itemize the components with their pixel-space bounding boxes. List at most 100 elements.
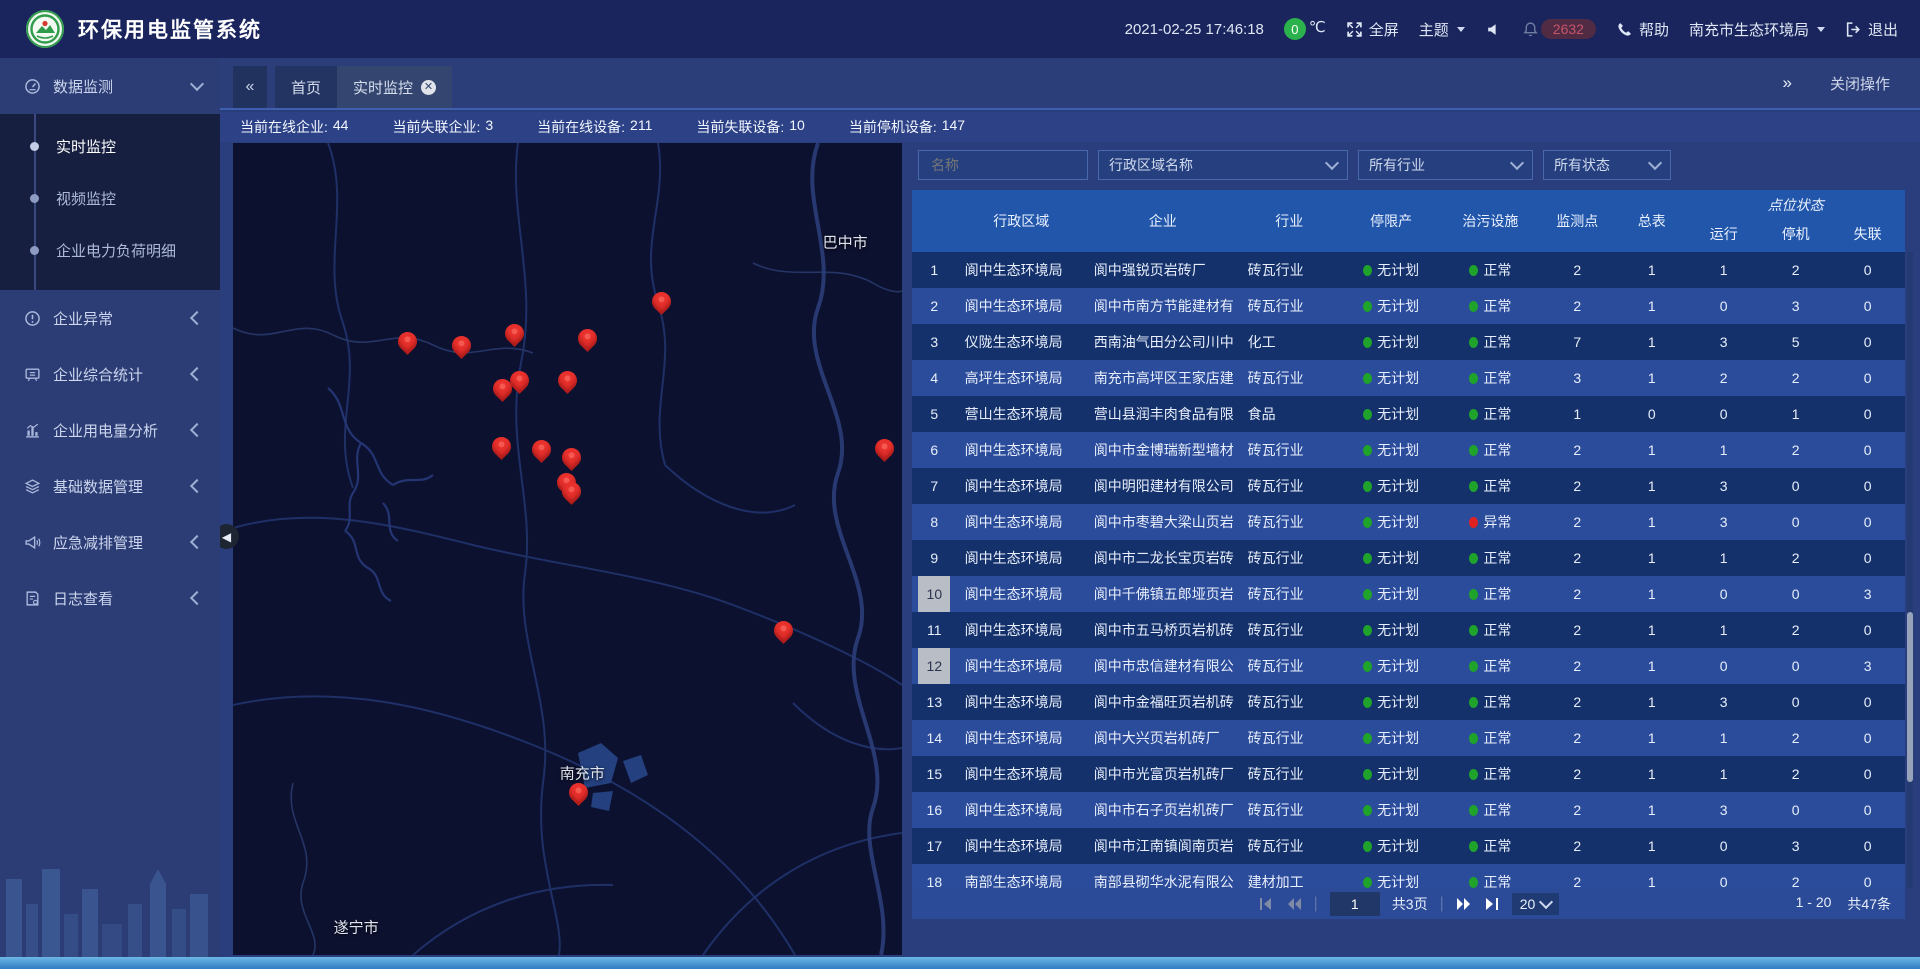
logout-button[interactable]: 退出 [1845, 19, 1898, 40]
cell-industry: 食品 [1240, 404, 1339, 424]
facility-status-text: 正常 [1483, 476, 1511, 496]
facility-status-text: 正常 [1483, 836, 1511, 856]
chevron-left-icon [190, 479, 204, 493]
cell-monitor-count: 2 [1538, 874, 1617, 888]
cell-index: 11 [912, 612, 957, 648]
cell-industry: 砖瓦行业 [1240, 620, 1339, 640]
scrollbar-thumb[interactable] [1907, 612, 1913, 782]
cell-halt-count: 2 [1761, 442, 1831, 458]
cell-facility-status: 正常 [1443, 728, 1537, 748]
table-row[interactable]: 16阆中生态环境局阆中市石子页岩机砖厂砖瓦行业无计划正常21300 [912, 792, 1905, 828]
sidebar-item-label: 企业用电量分析 [53, 420, 180, 441]
row-number: 2 [918, 298, 950, 314]
tabs-scroll-left-button[interactable]: « [233, 66, 267, 108]
sidebar-subitem-0[interactable]: 实时监控 [0, 120, 220, 172]
stop-plan-text: 无计划 [1377, 800, 1419, 820]
tab-1[interactable]: 实时监控✕ [337, 66, 452, 108]
table-row[interactable]: 6阆中生态环境局阆中市金博瑞新型墙材砖瓦行业无计划正常21120 [912, 432, 1905, 468]
sidebar-item-6[interactable]: 日志查看 [0, 570, 220, 626]
cell-lost-count: 3 [1830, 586, 1904, 602]
table-row[interactable]: 3仪陇生态环境局西南油气田分公司川中化工无计划正常71350 [912, 324, 1905, 360]
cell-lost-count: 0 [1830, 406, 1904, 422]
cell-monitor-count: 2 [1538, 694, 1617, 710]
status-dot-green [1363, 805, 1372, 816]
table-header: 行政区域企业行业停限产治污设施监测点总表点位状态运行停机失联 [912, 190, 1905, 252]
status-dot-green [1469, 445, 1478, 456]
cell-run-count: 3 [1686, 478, 1760, 494]
sidebar-subitem-1[interactable]: 视频监控 [0, 172, 220, 224]
facility-status-text: 正常 [1483, 656, 1511, 676]
cell-monitor-count: 2 [1538, 262, 1617, 278]
table-row[interactable]: 8阆中生态环境局阆中市枣碧大梁山页岩砖瓦行业无计划异常21300 [912, 504, 1905, 540]
cell-halt-count: 2 [1761, 622, 1831, 638]
page-size-select[interactable]: 20 [1512, 893, 1560, 915]
table-row[interactable]: 4高坪生态环境局南充市高坪区王家店建砖瓦行业无计划正常31220 [912, 360, 1905, 396]
table-row[interactable]: 5营山生态环境局营山县润丰肉食品有限食品无计划正常10010 [912, 396, 1905, 432]
help-button[interactable]: 帮助 [1616, 19, 1669, 40]
table-row[interactable]: 14阆中生态环境局阆中大兴页岩机砖厂砖瓦行业无计划正常21120 [912, 720, 1905, 756]
stop-plan-text: 无计划 [1377, 512, 1419, 532]
sidebar-item-0[interactable]: 数据监测 [0, 58, 220, 114]
stat-value: 44 [333, 117, 349, 137]
table-row[interactable]: 2阆中生态环境局阆中市南方节能建材有砖瓦行业无计划正常21030 [912, 288, 1905, 324]
col-group-header: 点位状态 [1686, 190, 1904, 216]
sidebar-item-1[interactable]: 企业异常 [0, 290, 220, 346]
filter-select-1[interactable]: 行政区域名称 [1098, 150, 1348, 180]
tab-close-icon[interactable]: ✕ [421, 80, 436, 95]
sidebar-item-3[interactable]: 企业用电量分析 [0, 402, 220, 458]
tabs-scroll-right-button[interactable]: » [1777, 72, 1798, 94]
org-dropdown[interactable]: 南充市生态环境局 [1689, 19, 1825, 40]
speaker-button[interactable] [1485, 21, 1502, 38]
cell-halt-count: 2 [1761, 550, 1831, 566]
next-page-button[interactable] [1456, 897, 1472, 911]
table-row[interactable]: 1阆中生态环境局阆中强锐页岩砖厂砖瓦行业无计划正常21120 [912, 252, 1905, 288]
sidebar-item-5[interactable]: 应急减排管理 [0, 514, 220, 570]
cell-meter-count: 1 [1617, 802, 1687, 818]
map-panel[interactable]: 巴中市南充市遂宁市 [233, 143, 902, 955]
status-dot-green [1363, 625, 1372, 636]
table-row[interactable]: 10阆中生态环境局阆中千佛镇五郎垭页岩砖瓦行业无计划正常21003 [912, 576, 1905, 612]
cell-meter-count: 1 [1617, 298, 1687, 314]
last-page-button[interactable] [1484, 897, 1500, 911]
filter-select-2[interactable]: 所有行业 [1358, 150, 1533, 180]
cell-stop-plan: 无计划 [1339, 260, 1443, 280]
cell-facility-status: 正常 [1443, 872, 1537, 888]
cell-run-count: 0 [1686, 874, 1760, 888]
cell-halt-count: 2 [1761, 262, 1831, 278]
sidebar-item-2[interactable]: 企业综合统计 [0, 346, 220, 402]
table-row[interactable]: 7阆中生态环境局阆中明阳建材有限公司砖瓦行业无计划正常21300 [912, 468, 1905, 504]
cell-run-count: 1 [1686, 262, 1760, 278]
cell-lost-count: 0 [1830, 874, 1904, 888]
cell-company: 阆中市二龙长宝页岩砖 [1086, 548, 1240, 568]
prev-page-button[interactable] [1286, 897, 1302, 911]
prev-page-icon [1286, 897, 1302, 911]
table-row[interactable]: 12阆中生态环境局阆中市忠信建材有限公砖瓦行业无计划正常21003 [912, 648, 1905, 684]
page-number-input[interactable] [1330, 892, 1380, 916]
table-row[interactable]: 9阆中生态环境局阆中市二龙长宝页岩砖砖瓦行业无计划正常21120 [912, 540, 1905, 576]
cell-industry: 砖瓦行业 [1240, 692, 1339, 712]
facility-status-text: 正常 [1483, 296, 1511, 316]
table-row[interactable]: 13阆中生态环境局阆中市金福旺页岩机砖砖瓦行业无计划正常21300 [912, 684, 1905, 720]
fullscreen-button[interactable]: 全屏 [1346, 19, 1399, 40]
filter-select-3[interactable]: 所有状态 [1543, 150, 1671, 180]
name-filter-input[interactable] [929, 156, 1077, 174]
table-row[interactable]: 15阆中生态环境局阆中市光富页岩机砖厂砖瓦行业无计划正常21120 [912, 756, 1905, 792]
table-row[interactable]: 11阆中生态环境局阆中市五马桥页岩机砖砖瓦行业无计划正常21120 [912, 612, 1905, 648]
sidebar-item-label: 基础数据管理 [53, 476, 180, 497]
pager-separator: | [1440, 895, 1444, 913]
theme-dropdown[interactable]: 主题 [1419, 19, 1465, 40]
stat-value: 3 [485, 117, 493, 137]
sidebar-subitem-2[interactable]: 企业电力负荷明细 [0, 224, 220, 276]
first-page-button[interactable] [1258, 897, 1274, 911]
sidebar-item-4[interactable]: 基础数据管理 [0, 458, 220, 514]
table-row[interactable]: 18南部生态环境局南部县砌华水泥有限公建材加工无计划正常21020 [912, 864, 1905, 888]
notification-area[interactable]: 2632 [1522, 19, 1596, 39]
cell-company: 阆中市金博瑞新型墙材 [1086, 440, 1240, 460]
tab-0[interactable]: 首页 [275, 66, 337, 108]
table-row[interactable]: 17阆中生态环境局阆中市江南镇阆南页岩砖瓦行业无计划正常21030 [912, 828, 1905, 864]
close-operations-button[interactable]: 关闭操作 [1824, 72, 1896, 95]
row-number: 13 [918, 694, 950, 710]
pagination-bar: | 共3页 | 20 1 - 20 共47条 [912, 888, 1905, 919]
filter-bar: 行政区域名称所有行业所有状态 [918, 150, 1897, 182]
table-scrollbar[interactable] [1907, 252, 1913, 888]
